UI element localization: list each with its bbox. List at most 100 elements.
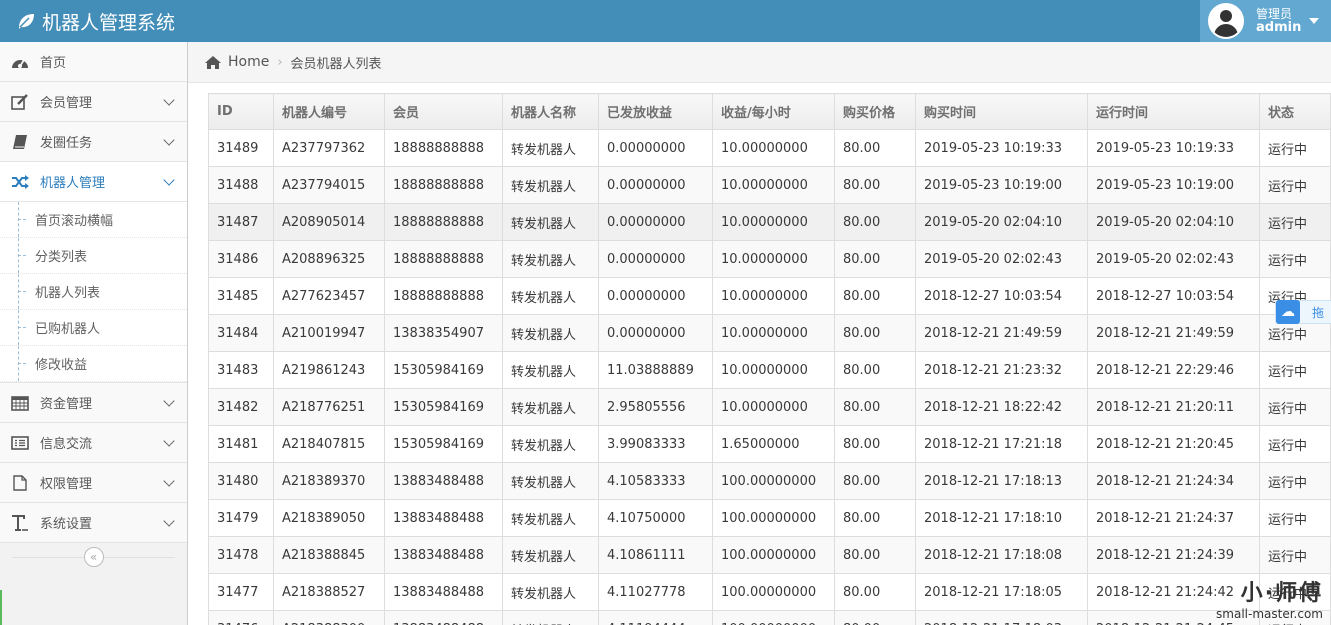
table-row[interactable]: 31478 A218388845 13883488488 转发机器人 4.1086111… bbox=[208, 536, 1331, 574]
sidebar-item-messages[interactable]: 信息交流 bbox=[0, 423, 187, 463]
table-cell: 转发机器人 bbox=[502, 240, 599, 278]
table-header-row: ID 机器人编号 会员 机器人名称 已发放收益 收益/每小时 购买价格 购买时间 运行时间 状态 bbox=[208, 93, 1331, 130]
column-header[interactable]: ID bbox=[208, 93, 274, 130]
table-cell: 2018-12-21 17:21:18 bbox=[915, 425, 1088, 463]
table-row[interactable]: 31481 A218407815 15305984169 转发机器人 3.9908333… bbox=[208, 425, 1331, 463]
table-row[interactable]: 31488 A237794015 18888888888 转发机器人 0.0000000… bbox=[208, 166, 1331, 204]
table-cell: 80.00 bbox=[834, 536, 916, 574]
chevron-down-icon bbox=[163, 134, 175, 146]
column-header[interactable]: 机器人编号 bbox=[273, 93, 385, 130]
avatar bbox=[1208, 3, 1244, 39]
table-cell: 31480 bbox=[208, 462, 274, 500]
table-cell: 2019-05-23 10:19:33 bbox=[1087, 129, 1260, 167]
sidebar-item-members[interactable]: 会员管理 bbox=[0, 82, 187, 122]
table-cell: A218389050 bbox=[273, 499, 385, 537]
edit-icon bbox=[10, 93, 30, 111]
table-cell: 80.00 bbox=[834, 129, 916, 167]
column-header[interactable]: 运行时间 bbox=[1087, 93, 1260, 130]
table-cell: 运行中 bbox=[1259, 536, 1331, 574]
table-cell: 80.00 bbox=[834, 166, 916, 204]
table-cell: A237794015 bbox=[273, 166, 385, 204]
column-header[interactable]: 状态 bbox=[1259, 93, 1331, 130]
table-cell: 转发机器人 bbox=[502, 573, 599, 611]
table-cell: 运行中 bbox=[1259, 129, 1331, 167]
table-row[interactable]: 31476A21838830013883488488转发机器人4.1119444… bbox=[208, 610, 1331, 625]
list-alt-icon bbox=[10, 434, 30, 452]
breadcrumb-home-label: Home bbox=[228, 54, 270, 70]
table-cell: 100.00000000 bbox=[712, 573, 835, 611]
table-cell: 31477 bbox=[208, 573, 274, 611]
column-header[interactable]: 已发放收益 bbox=[598, 93, 713, 130]
user-menu[interactable]: 管理员 admin bbox=[1200, 0, 1331, 42]
robot-table: ID 机器人编号 会员 机器人名称 已发放收益 收益/每小时 购买价格 购买时间 运行时间 状态 … bbox=[208, 93, 1331, 625]
table-cell: 2018-12-21 21:24:37 bbox=[1087, 499, 1260, 537]
sidebar-item-permissions[interactable]: 权限管理 bbox=[0, 463, 187, 503]
table-cell: 2018-12-21 22:29:46 bbox=[1087, 351, 1260, 389]
column-header[interactable]: 机器人名称 bbox=[502, 93, 599, 130]
table-row[interactable]: 31487 A208905014 18888888888 转发机器人 0.0000000… bbox=[208, 203, 1331, 241]
submenu-item-banner[interactable]: 首页滚动横幅 bbox=[0, 202, 187, 238]
table-cell: 100.00000000 bbox=[712, 462, 835, 500]
table-cell: 0.00000000 bbox=[598, 166, 713, 204]
table-row[interactable]: 31482 A218776251 15305984169 转发机器人 2.9580555… bbox=[208, 388, 1331, 426]
table-cell: 31478 bbox=[208, 536, 274, 574]
chevron-down-icon bbox=[163, 515, 175, 527]
double-chevron-left-icon[interactable]: « bbox=[83, 547, 104, 567]
table-cell: A277623457 bbox=[273, 277, 385, 315]
drag-widget-label: 拖 bbox=[1312, 305, 1325, 320]
column-header[interactable]: 购买时间 bbox=[915, 93, 1088, 130]
brand[interactable]: 机器人管理系统 bbox=[16, 0, 175, 42]
drag-widget[interactable]: ☁ 拖 bbox=[1275, 300, 1331, 324]
sidebar-item-home[interactable]: 首页 bbox=[0, 42, 187, 82]
user-name: admin bbox=[1256, 20, 1302, 35]
table-cell: A218389370 bbox=[273, 462, 385, 500]
submenu-item-edit-income[interactable]: 修改收益 bbox=[0, 346, 187, 382]
table-cell: 10.00000000 bbox=[712, 388, 835, 426]
submenu-robots: 首页滚动横幅 分类列表 机器人列表 已购机器人 修改收益 bbox=[0, 202, 187, 383]
table-cell: 运行中 bbox=[1259, 388, 1331, 426]
table-row[interactable]: 31480 A218389370 13883488488 转发机器人 4.1058333… bbox=[208, 462, 1331, 500]
table-cell: 80.00 bbox=[834, 351, 916, 389]
submenu-item-purchased[interactable]: 已购机器人 bbox=[0, 310, 187, 346]
table-cell: 31482 bbox=[208, 388, 274, 426]
breadcrumb-home[interactable]: Home bbox=[204, 54, 269, 70]
table-cell: 转发机器人 bbox=[502, 166, 599, 204]
table-cell: 10.00000000 bbox=[712, 203, 835, 241]
table-cell: 转发机器人 bbox=[502, 351, 599, 389]
sidebar-item-tasks[interactable]: 发圈任务 bbox=[0, 122, 187, 162]
table-cell: 4.10861111 bbox=[598, 536, 713, 574]
table-cell: 15305984169 bbox=[384, 388, 503, 426]
table-cell: 运行中 bbox=[1259, 351, 1331, 389]
table-cell: 转发机器人 bbox=[502, 388, 599, 426]
submenu-item-categories[interactable]: 分类列表 bbox=[0, 238, 187, 274]
sidebar-item-label: 发圈任务 bbox=[40, 136, 93, 151]
column-header[interactable]: 收益/每小时 bbox=[712, 93, 835, 130]
table-cell: 13883488488 bbox=[384, 610, 503, 625]
column-header[interactable]: 会员 bbox=[384, 93, 503, 130]
sidebar-item-funds[interactable]: 资金管理 bbox=[0, 383, 187, 423]
book-icon bbox=[10, 133, 30, 151]
table-cell: 80.00 bbox=[834, 203, 916, 241]
table-cell: 80.00 bbox=[834, 610, 916, 625]
table-row[interactable]: 31483 A219861243 15305984169 转发机器人 11.038888… bbox=[208, 351, 1331, 389]
column-header[interactable]: 购买价格 bbox=[834, 93, 916, 130]
sidebar-item-settings[interactable]: 系统设置 bbox=[0, 503, 187, 543]
table-cell: 2.95805556 bbox=[598, 388, 713, 426]
table-cell: 转发机器人 bbox=[502, 499, 599, 537]
table-cell: 80.00 bbox=[834, 425, 916, 463]
table-cell: A210019947 bbox=[273, 314, 385, 352]
table-cell: 2018-12-21 21:20:45 bbox=[1087, 425, 1260, 463]
table-cell: 10.00000000 bbox=[712, 351, 835, 389]
table-cell: 10.00000000 bbox=[712, 277, 835, 315]
submenu-item-robot-list[interactable]: 机器人列表 bbox=[0, 274, 187, 310]
table-row[interactable]: 31479 A218389050 13883488488 转发机器人 4.1075000… bbox=[208, 499, 1331, 537]
table-row[interactable]: 31485 A277623457 18888888888 转发机器人 0.0000000… bbox=[208, 277, 1331, 315]
table-row[interactable]: 31489 A237797362 18888888888 转发机器人 0.0000000… bbox=[208, 129, 1331, 167]
table-cell: A218776251 bbox=[273, 388, 385, 426]
table-cell: 80.00 bbox=[834, 573, 916, 611]
table-row[interactable]: 31477 A218388527 13883488488 转发机器人 4.1102777… bbox=[208, 573, 1331, 611]
table-row[interactable]: 31484 A210019947 13838354907 转发机器人 0.0000000… bbox=[208, 314, 1331, 352]
table-row[interactable]: 31486 A208896325 18888888888 转发机器人 0.0000000… bbox=[208, 240, 1331, 278]
sidebar-item-robots[interactable]: 机器人管理 bbox=[0, 162, 187, 202]
table-cell: 运行中 bbox=[1259, 240, 1331, 278]
